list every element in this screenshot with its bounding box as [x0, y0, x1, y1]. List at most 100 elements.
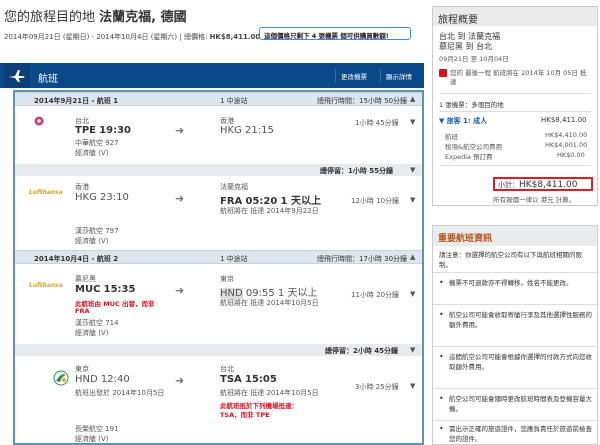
leg4-arrival: TSA 15:05	[220, 374, 277, 385]
info-item: 需出示正確的旅遊證件，您應負責任於旅遊前檢查您的證件。	[449, 425, 592, 443]
trip-dates-line: 2014年09月21日 (星期日) - 2014年10月4日 (星期六) | 總…	[4, 33, 261, 41]
leg3-departure: MUC 15:35	[75, 284, 136, 295]
leg4-arrival-note: 航班將在 抵達 2014年10月5日	[220, 389, 319, 397]
trip-summary-title: 旅程概要	[433, 7, 597, 26]
outbound-date: 2014年9月21日 - 航班 1	[34, 97, 119, 105]
page-title: 您的旅程目的地 法蘭克福, 德國	[4, 6, 187, 25]
change-tickets-button[interactable]: 更改機票	[335, 69, 372, 82]
chevron-down-icon[interactable]: ▼	[410, 118, 415, 126]
leg2-to-city: 法蘭克福	[220, 183, 248, 191]
info-intro: 請注意：你選擇的航空公司有以下與航班相關的限制。	[439, 251, 582, 269]
flight-itinerary-card: 2014年9月21日 - 航班 1 1 中途站 總飛行時間：15小時 50分鐘 …	[13, 90, 424, 445]
chevron-down-icon[interactable]: ▼	[410, 166, 415, 174]
leg3-warning-line2: FRA	[75, 307, 90, 315]
total-label: 總價格:	[183, 33, 208, 41]
inbound-segment-header: 2014年10月4日 - 航班 2 1 中途站 總飛行時間：17小時 30分鐘 …	[15, 250, 422, 264]
leg3-duration: 11小時 20分鐘	[351, 291, 400, 299]
currency-note: 所有報價一律以 港元 計算。	[493, 196, 576, 204]
inbound-total-time: 總飛行時間：17小時 30分鐘	[317, 255, 408, 263]
flights-label: 航班	[38, 74, 58, 85]
leg3-arrival: HND 09:55 1 天以上	[220, 288, 318, 299]
airplane-icon	[4, 63, 30, 88]
leg1-duration: 1小時 45分鐘	[355, 119, 399, 127]
lufthansa-logo-icon: Lufthansa	[29, 282, 63, 289]
trip-dates: 2014年09月21日 (星期日) - 2014年10月4日 (星期六)	[4, 33, 178, 41]
fare-value: HK$4,410.00	[545, 131, 588, 139]
leg3-to-city: 東京	[220, 275, 234, 283]
alert-icon	[439, 69, 447, 77]
lufthansa-logo-icon: Lufthansa	[29, 189, 63, 196]
chevron-down-icon[interactable]: ▼	[410, 290, 415, 298]
leg4-departure-note: 航班出發於 2014年10月5日	[75, 389, 165, 397]
outbound-segment-header: 2014年9月21日 - 航班 1 1 中途站 總飛行時間：15小時 50分鐘 …	[15, 92, 422, 106]
arrow-right-icon: ➜	[175, 284, 185, 297]
arrow-right-icon: ➜	[175, 192, 185, 205]
info-item: 這間航空公司可能會根據你選擇的付款方式向您收取額外費用。	[449, 353, 592, 371]
leg3-from-city: 慕尼黑	[75, 275, 96, 283]
leg2-duration: 12小時 10分鐘	[351, 197, 400, 205]
outbound-total-time: 總飛行時間：15小時 50分鐘	[317, 97, 408, 105]
leg2-from-city: 香港	[75, 183, 89, 191]
collapse-chevron-icon[interactable]: ▲	[410, 253, 415, 261]
leg4-to-city: 台北	[220, 365, 234, 373]
outbound-layover: 總停留：1小時 55分鐘 ▼	[15, 164, 422, 176]
leg2-departure: HKG 23:10	[75, 192, 129, 203]
leg1-departure: TPE 19:30	[75, 125, 132, 136]
info-item: 航空公司可能會收取寄艙行李及其他選擇性服務的額外費用。	[449, 311, 592, 329]
title-destination: 法蘭克福, 德國	[99, 10, 187, 25]
booking-fee-label: Expedia 預訂費	[445, 153, 493, 161]
leg1-cabin: 經濟艙 (V)	[75, 149, 109, 157]
summary-route-2: 慕尼黑 到 台北	[439, 42, 493, 51]
summary-dates: 09月21日 至 10月04日	[439, 55, 509, 63]
traveler-price: HK$8,411.00	[541, 116, 587, 124]
leg3-airline: 漢莎航空 714	[75, 319, 119, 327]
leg3-arrival-note: 航班將在 抵達 2014年10月5日	[220, 299, 319, 307]
important-info-title: 重要航班資訊	[433, 226, 597, 246]
subtotal-box: 小計：HK$8,411.00	[493, 177, 593, 191]
chevron-down-icon[interactable]: ▼	[410, 346, 415, 354]
info-item: 機票不可退款亦不得轉移。姓名不能更改。	[449, 279, 573, 287]
traveler-toggle[interactable]: ▼ 旅客 1: 成人	[439, 116, 487, 126]
inbound-layover: 總停留：2小時 45分鐘 ▼	[15, 344, 422, 356]
china-airlines-logo-icon	[32, 116, 46, 126]
leg3-cabin: 經濟艙 (V)	[75, 329, 109, 337]
leg2-airline: 漢莎航空 797	[75, 227, 119, 235]
leg2-arrival-note: 航班將在 抵達 2014年9月22日	[220, 207, 319, 215]
leg1-arrival: HKG 21:15	[220, 125, 274, 136]
subtotal-value: HK$8,411.00	[519, 180, 578, 190]
seats-left-notice: 這個價格只剩下 4 張機票 個可供購買數額!	[259, 27, 411, 40]
flights-section-header: 航班 更改機票 顯示詳情	[0, 63, 424, 88]
leg4-warning-line2: TSA，而非 TPE	[220, 411, 270, 419]
bullet-icon: •	[439, 278, 444, 287]
bullet-icon: •	[439, 310, 444, 319]
leg4-cabin: 經濟艙 (V)	[75, 435, 109, 443]
bullet-icon: •	[439, 424, 444, 433]
important-info-panel: 重要航班資訊 請注意：你選擇的航空公司有以下與航班相關的限制。 • 機票不可退款…	[432, 225, 598, 445]
arrow-right-icon: ➜	[175, 374, 185, 387]
leg4-from-city: 東京	[75, 365, 89, 373]
leg2-arrival: FRA 05:20 1 天以上	[220, 196, 321, 207]
leg4-airline: 長榮航空 191	[75, 425, 119, 433]
inbound-transfers: 1 中途站	[220, 255, 248, 263]
bullet-icon: •	[439, 352, 444, 361]
total-value: HK$8,411.00	[209, 33, 261, 41]
tax-value: HK$4,001.00	[545, 141, 588, 149]
show-details-button[interactable]: 顯示詳情	[380, 69, 417, 82]
leg2-cabin: 經濟艙 (V)	[75, 237, 109, 245]
trip-summary-panel: 旅程概要 台北 到 法蘭克福 慕尼黑 到 台北 09月21日 至 10月04日 …	[432, 6, 598, 206]
info-item: 航空公司可能會隨時更改航班時間表及登機容量大機。	[449, 395, 592, 413]
inbound-date: 2014年10月4日 - 航班 2	[34, 255, 119, 263]
bullet-icon: •	[439, 394, 444, 403]
subtotal-label: 小計：	[498, 181, 519, 189]
arrow-right-icon: ➜	[175, 124, 185, 137]
leg1-airline: 中華航空 927	[75, 139, 119, 147]
fare-label: 航班	[445, 133, 458, 141]
leg4-duration: 3小時 25分鐘	[355, 383, 399, 391]
tax-label: 稅項&航空公司費用	[445, 143, 503, 151]
chevron-down-icon[interactable]: ▼	[410, 382, 415, 390]
leg4-departure: HND 12:40	[75, 374, 130, 385]
chevron-down-icon[interactable]: ▼	[410, 196, 415, 204]
title-prefix: 您的旅程目的地	[4, 10, 96, 25]
eva-air-logo-icon	[53, 370, 69, 386]
collapse-chevron-icon[interactable]: ▲	[410, 95, 415, 103]
